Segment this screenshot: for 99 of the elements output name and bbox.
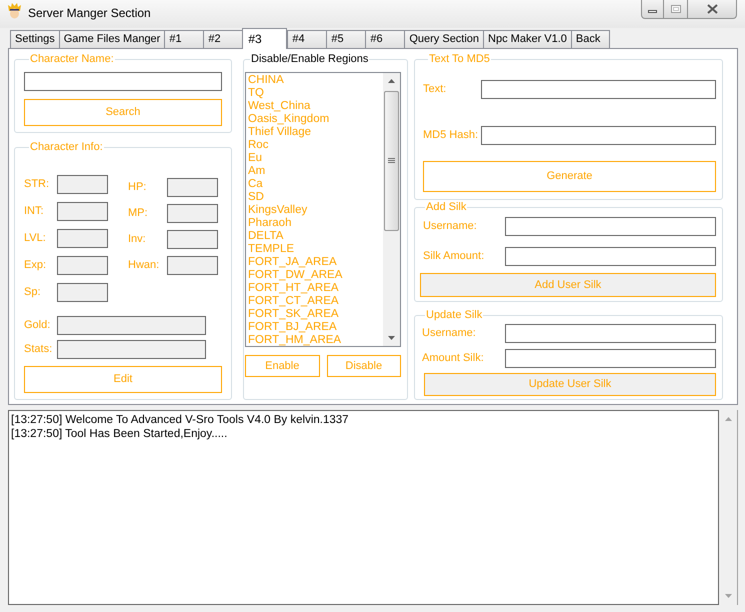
log-line: [13:27:50] Welcome To Advanced V-Sro Tools V4.0 By kelvin.1337 [11, 413, 350, 427]
down-arrow-icon [724, 594, 732, 598]
tab[interactable]: #4 [287, 30, 326, 48]
input-field[interactable] [24, 72, 222, 91]
input-field[interactable] [57, 256, 108, 275]
close-button[interactable] [688, 0, 737, 19]
field-label: Sp: [24, 286, 42, 299]
list-item[interactable]: Am [248, 165, 383, 178]
input-field[interactable] [57, 283, 108, 302]
log-area[interactable]: [13:27:50] Welcome To Advanced V-Sro Tools V4.0 By kelvin.1337 [13:27:50] Tool Has Been Started,Enjoy..... [8, 410, 719, 605]
tab[interactable]: Settings [10, 30, 59, 48]
group-title: Add Silk [425, 201, 468, 214]
input-field[interactable] [57, 202, 108, 221]
cartoon-head-icon [8, 3, 21, 19]
field-label: STR: [24, 178, 50, 191]
input-field[interactable] [167, 178, 218, 197]
tab[interactable]: #1 [164, 30, 204, 48]
disable-button[interactable]: Disable [326, 355, 401, 377]
input-field[interactable] [505, 217, 716, 236]
update-silk-button[interactable]: Update User Silk [424, 373, 716, 396]
list-item[interactable]: FORT_JA_AREA [248, 256, 383, 269]
maximize-icon [670, 5, 680, 13]
input-field[interactable] [167, 256, 218, 275]
input-field[interactable] [505, 324, 716, 343]
input-field[interactable] [57, 340, 206, 359]
group-title: Disable/Enable Regions [250, 53, 370, 66]
field-label: Inv: [128, 233, 147, 246]
list-item[interactable]: CHINA [248, 74, 383, 87]
field-label: HP: [128, 181, 148, 194]
region-list[interactable]: CHINA TQ West_China Oasis_Kingdom Thief Village Roc Eu Am Ca SD KingsValley Pharaoh DELTA TEMPLE FORT_JA_AREA FORT_DW_AREA FORT_HT_AREA FORT_CT_AREA FORT_SK_AREA FORT_BJ_AREA FORT_HM_AREA [245, 72, 401, 347]
input-field[interactable] [167, 230, 218, 249]
group-title: Update Silk [425, 309, 484, 322]
tab[interactable]: Npc Maker V1.0 [483, 30, 571, 48]
input-field[interactable] [57, 229, 108, 248]
close-icon [706, 4, 718, 14]
field-label: Gold: [24, 319, 52, 332]
list-item[interactable]: Oasis_Kingdom [248, 113, 383, 126]
input-field[interactable] [481, 80, 716, 99]
list-item[interactable]: TQ [248, 87, 383, 100]
group-title: Character Info: [29, 141, 104, 154]
list-item[interactable]: Pharaoh [248, 217, 383, 230]
field-label: Silk Amount: [423, 250, 486, 263]
up-arrow-icon [724, 417, 732, 421]
field-label: Text: [423, 83, 448, 96]
group-title: Character Name: [29, 53, 115, 66]
field-label: Stats: [24, 343, 54, 356]
field-label: LVL: [24, 232, 47, 245]
enable-button[interactable]: Enable [245, 355, 320, 377]
tab[interactable]: #6 [365, 30, 404, 48]
list-item[interactable]: SD [248, 191, 383, 204]
log-line: [13:27:50] Tool Has Been Started,Enjoy..... [11, 427, 228, 441]
list-item[interactable]: Roc [248, 139, 383, 152]
scrollbar-thumb[interactable] [384, 91, 399, 231]
input-field[interactable] [57, 316, 206, 335]
search-button[interactable]: Search [24, 99, 222, 126]
window-title: Server Manger Section [28, 6, 151, 20]
tab[interactable]: Query Section [404, 30, 484, 48]
group-title: Text To MD5 [428, 53, 491, 66]
list-item[interactable]: West_China [248, 100, 383, 113]
minimize-icon [648, 10, 657, 12]
add-silk-button[interactable]: Add User Silk [420, 273, 716, 297]
field-label: MP: [128, 207, 149, 220]
scrollbar[interactable] [383, 73, 400, 346]
input-field[interactable] [167, 204, 218, 223]
field-label: Hwan: [128, 259, 160, 272]
field-label: Exp: [24, 259, 48, 272]
list-item[interactable]: FORT_BJ_AREA [248, 321, 383, 334]
tab[interactable]: Game Files Manger [58, 30, 164, 48]
field-label: Username: [422, 327, 477, 340]
list-item[interactable]: FORT_HM_AREA [248, 334, 383, 346]
list-item[interactable]: FORT_SK_AREA [248, 308, 383, 321]
input-field[interactable] [57, 175, 108, 194]
tab[interactable]: #2 [203, 30, 242, 48]
down-arrow-icon [388, 336, 395, 340]
list-item[interactable]: FORT_DW_AREA [248, 269, 383, 282]
list-item[interactable]: Eu [248, 152, 383, 165]
input-field[interactable] [505, 247, 716, 266]
field-label: MD5 Hash: [423, 129, 480, 142]
list-item[interactable]: FORT_CT_AREA [248, 295, 383, 308]
input-field[interactable] [505, 349, 716, 368]
edit-button[interactable]: Edit [24, 366, 222, 393]
list-item[interactable]: FORT_HT_AREA [248, 282, 383, 295]
maximize-button[interactable] [664, 0, 688, 19]
list-item[interactable]: KingsValley [248, 204, 383, 217]
field-label: Username: [423, 220, 478, 233]
list-item[interactable]: TEMPLE [248, 243, 383, 256]
generate-button[interactable]: Generate [423, 161, 716, 192]
grip-icon [388, 158, 395, 164]
tab[interactable]: Back [570, 30, 610, 48]
minimize-button[interactable] [641, 0, 664, 19]
input-field[interactable] [481, 126, 716, 145]
field-label: Amount Silk: [422, 352, 485, 365]
list-item[interactable]: Ca [248, 178, 383, 191]
list-item[interactable]: DELTA [248, 230, 383, 243]
list-item[interactable]: Thief Village [248, 126, 383, 139]
up-arrow-icon [388, 79, 395, 83]
field-label: INT: [24, 205, 45, 218]
tab[interactable]: #3 [242, 28, 288, 49]
tab[interactable]: #5 [326, 30, 366, 48]
